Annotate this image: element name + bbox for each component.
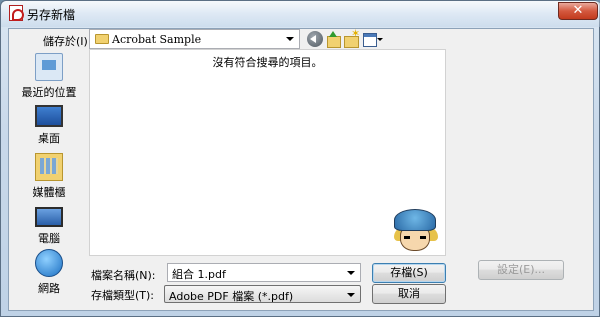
save-in-label: 儲存於(I):: [43, 33, 92, 49]
filename-label: 檔案名稱(N):: [91, 269, 156, 282]
window-title: 另存新檔: [27, 8, 76, 22]
place-network-label: 網路: [38, 282, 60, 295]
desktop-icon: [35, 105, 63, 127]
back-icon[interactable]: [307, 31, 323, 47]
place-network[interactable]: 網路: [15, 249, 83, 296]
new-folder-icon[interactable]: [343, 27, 360, 48]
place-desktop[interactable]: 桌面: [15, 101, 83, 146]
mascot-eyes: [404, 236, 426, 239]
acrobat-app-icon: [9, 5, 24, 21]
close-button[interactable]: ✕: [558, 2, 598, 20]
filetype-label: 存檔類型(T):: [91, 289, 155, 302]
network-icon: [35, 249, 63, 277]
place-libraries-label: 媒體櫃: [32, 186, 66, 199]
chevron-down-icon[interactable]: [283, 32, 297, 46]
settings-button[interactable]: 設定(E)...: [478, 260, 564, 280]
filetype-select[interactable]: Adobe PDF 檔案 (*.pdf): [164, 285, 361, 303]
folder-icon: [95, 34, 109, 44]
title-bar[interactable]: 另存新檔 ✕: [1, 1, 600, 27]
place-computer-label: 電腦: [38, 232, 60, 245]
save-in-label-text: 儲存於: [43, 35, 76, 48]
views-menu-icon[interactable]: [363, 31, 383, 47]
computer-icon: [35, 207, 63, 227]
filename-input[interactable]: 組合 1.pdf: [167, 263, 361, 282]
place-recent-label: 最近的位置: [21, 86, 77, 99]
place-desktop-label: 桌面: [38, 132, 60, 145]
chevron-down-icon[interactable]: [344, 266, 358, 280]
recent-places-icon: [35, 53, 63, 81]
place-recent[interactable]: 最近的位置: [15, 53, 83, 100]
save-in-combobox[interactable]: Acrobat Sample: [89, 29, 300, 49]
place-computer[interactable]: 電腦: [15, 203, 83, 246]
chevron-down-icon[interactable]: [344, 288, 358, 302]
up-folder-icon[interactable]: [325, 31, 341, 48]
mascot-character-image: [388, 209, 444, 257]
mascot-hat: [394, 209, 436, 231]
empty-message: 沒有符合搜尋的項目。: [212, 56, 323, 69]
libraries-icon: [35, 153, 63, 181]
cancel-button[interactable]: 取消: [372, 284, 446, 304]
place-libraries[interactable]: 媒體櫃: [15, 153, 83, 200]
save-button[interactable]: 存檔(S): [372, 263, 446, 283]
current-folder-name: Acrobat Sample: [112, 33, 202, 46]
save-as-dialog: 另存新檔 ✕ 儲存於(I): Acrobat Sample 最近的位置 桌面 媒…: [0, 0, 600, 317]
places-bar: 最近的位置 桌面 媒體櫃 電腦 網路: [15, 53, 83, 296]
